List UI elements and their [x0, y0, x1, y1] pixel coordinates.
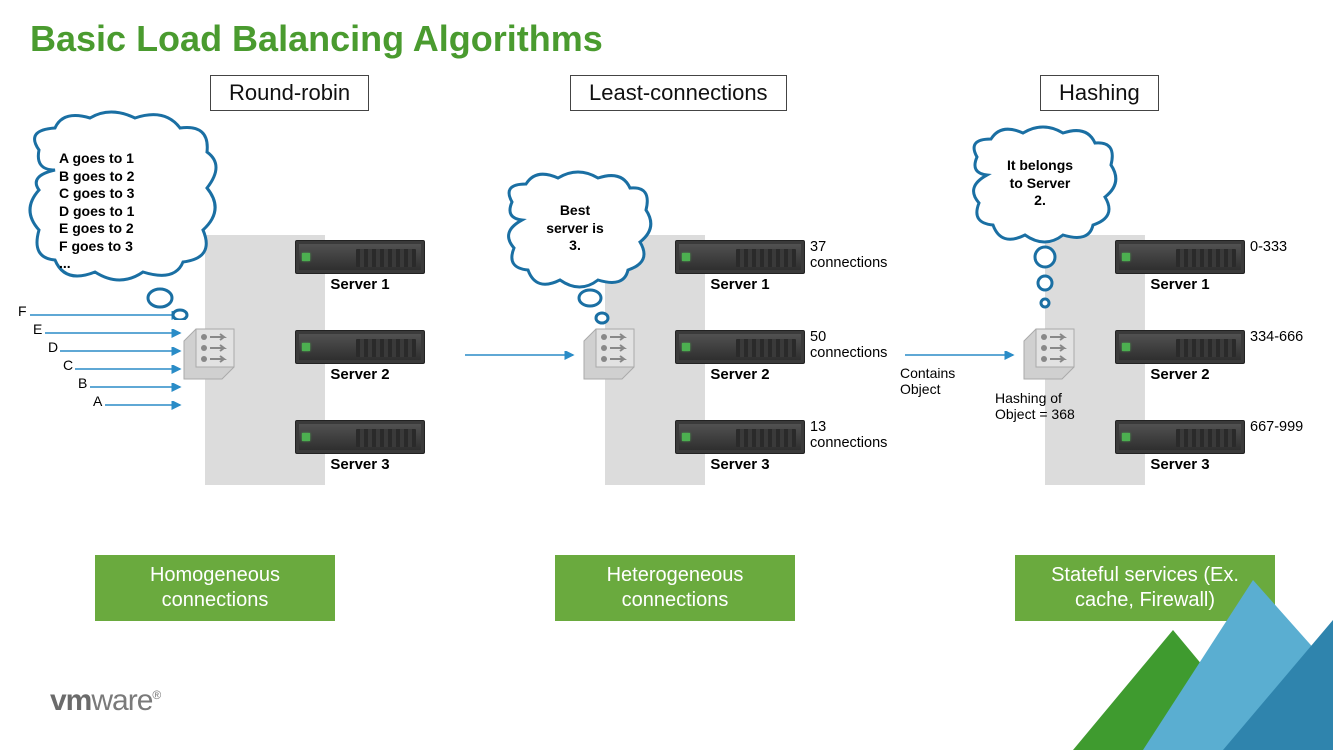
cloud-icon: [965, 125, 1120, 315]
server-icon: Server 3 667-999: [1115, 420, 1245, 473]
incoming-arrow: [905, 348, 1020, 362]
server-metric: connections: [810, 435, 887, 451]
server-label: Server 3: [295, 456, 425, 473]
footer-hashing: Stateful services (Ex. cache, Firewall): [1015, 555, 1275, 621]
server-icon: Server 2: [295, 330, 425, 383]
load-balancer-icon: [580, 325, 638, 383]
request-label: A: [93, 393, 102, 409]
server-metric: connections: [810, 255, 887, 271]
column-least-connections: Least-connections Best server is 3. Serv…: [445, 75, 875, 575]
algo-label-round-robin: Round-robin: [210, 75, 369, 111]
algo-label-hashing: Hashing: [1040, 75, 1159, 111]
cloud-line: It belongs: [965, 157, 1115, 175]
cloud-line: to Server: [965, 175, 1115, 193]
cloud-line: server is: [500, 220, 650, 238]
server-label: Server 1: [295, 276, 425, 293]
incoming-arrow: [465, 348, 580, 362]
server-label: Server 3: [1115, 456, 1245, 473]
footer-least-connections: Heterogeneous connections: [555, 555, 795, 621]
server-icon: Server 1 37connections: [675, 240, 805, 293]
cloud-line: Best: [500, 202, 650, 220]
server-range: 334-666: [1250, 329, 1303, 345]
server-icon: Server 1 0-333: [1115, 240, 1245, 293]
server-label: Server 1: [675, 276, 805, 293]
server-icon: Server 3 13connections: [675, 420, 805, 473]
vmware-logo: vmware®: [50, 684, 160, 718]
request-label: E: [33, 321, 42, 337]
algo-label-least-connections: Least-connections: [570, 75, 787, 111]
request-label: B: [78, 375, 87, 391]
cloud-line: 2.: [965, 192, 1115, 210]
request-label: C: [63, 357, 73, 373]
server-label: Server 3: [675, 456, 805, 473]
load-balancer-icon: [180, 325, 238, 383]
incoming-caption: ContainsObject: [900, 365, 955, 397]
request-label: D: [48, 339, 58, 355]
lb-caption: Hashing ofObject = 368: [995, 390, 1075, 422]
cloud-line: D goes to 1: [59, 203, 134, 221]
cloud-line: E goes to 2: [59, 220, 134, 238]
cloud-line: ...: [59, 255, 134, 273]
cloud-line: A goes to 1: [59, 150, 134, 168]
thought-cloud-hashing: It belongs to Server 2.: [965, 125, 1120, 305]
page-title: Basic Load Balancing Algorithms: [30, 18, 603, 60]
column-round-robin: Round-robin A goes to 1 B goes to 2 C go…: [10, 75, 440, 575]
server-icon: Server 3: [295, 420, 425, 473]
server-icon: Server 2 334-666: [1115, 330, 1245, 383]
server-label: Server 2: [675, 366, 805, 383]
cloud-line: 3.: [500, 237, 650, 255]
footer-round-robin: Homogeneous connections: [95, 555, 335, 621]
server-label: Server 1: [1115, 276, 1245, 293]
cloud-line: F goes to 3: [59, 238, 134, 256]
server-metric: 37: [810, 239, 826, 255]
server-metric: 50: [810, 329, 826, 345]
cloud-line: C goes to 3: [59, 185, 134, 203]
server-label: Server 2: [295, 366, 425, 383]
column-hashing: Hashing It belongs to Server 2. Contain: [880, 75, 1310, 575]
server-metric: 13: [810, 419, 826, 435]
server-icon: Server 2 50connections: [675, 330, 805, 383]
thought-cloud-round-robin: A goes to 1 B goes to 2 C goes to 3 D go…: [25, 110, 225, 310]
cloud-line: B goes to 2: [59, 168, 134, 186]
incoming-arrows: [20, 305, 185, 425]
thought-cloud-least-connections: Best server is 3.: [500, 170, 655, 320]
load-balancer-icon: [1020, 325, 1078, 383]
server-metric: connections: [810, 345, 887, 361]
server-icon: Server 1: [295, 240, 425, 293]
server-label: Server 2: [1115, 366, 1245, 383]
server-range: 0-333: [1250, 239, 1287, 255]
server-range: 667-999: [1250, 419, 1303, 435]
